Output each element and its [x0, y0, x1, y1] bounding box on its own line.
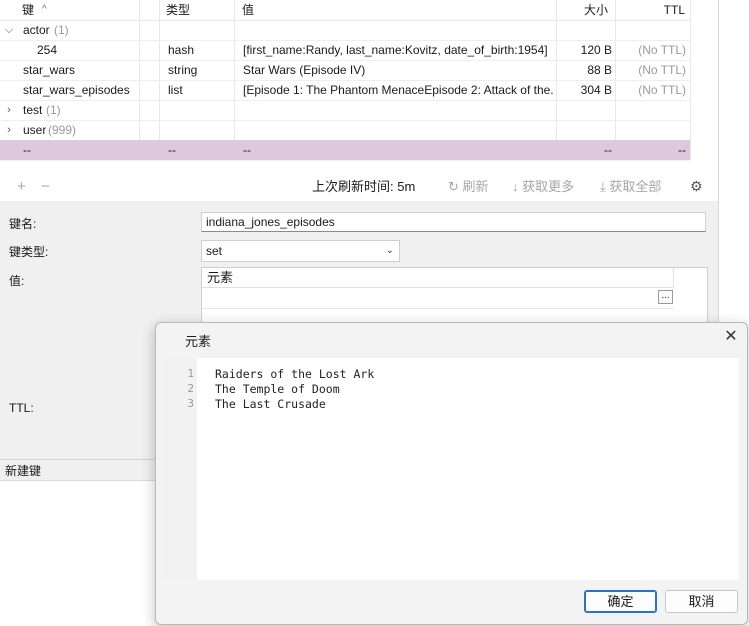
row-type: -- — [168, 143, 176, 157]
fetch-all-button[interactable]: ⤓ 获取全部 — [600, 172, 661, 201]
column-header-value[interactable]: 值 — [242, 0, 254, 20]
line-number: 3 — [187, 397, 194, 410]
refresh-button[interactable]: ↻ 刷新 — [448, 172, 489, 201]
row-ttl: (No TTL) — [638, 63, 686, 77]
row-size: 304 B — [580, 83, 612, 97]
key-type-label: 键类型: — [9, 245, 49, 259]
last-refresh-label: 上次刷新时间: 5m — [312, 179, 416, 194]
table-header: 键 ^ 类型 值 大小 TTL — [0, 0, 690, 21]
row-type: list — [168, 83, 183, 97]
column-header-key[interactable]: 键 — [22, 0, 34, 20]
value-column-header: 元素 — [202, 268, 674, 288]
table-row[interactable]: › user (999) — [0, 120, 690, 141]
line-number-gutter: 1 2 3 — [162, 358, 197, 580]
row-value: Star Wars (Episode IV) — [243, 63, 366, 77]
row-key: user — [23, 123, 47, 137]
elements-dialog: 元素 ✕ 1 2 3 Raiders of the Lost Ark The T… — [155, 322, 748, 625]
elements-editor[interactable]: 1 2 3 Raiders of the Lost Ark The Temple… — [162, 358, 739, 580]
add-key-button[interactable]: + — [17, 172, 26, 201]
ok-button[interactable]: 确定 — [584, 590, 657, 613]
key-type-value: set — [206, 244, 223, 258]
row-size: 120 B — [580, 43, 612, 57]
row-ttl: -- — [678, 143, 686, 157]
gear-icon[interactable]: ⚙ — [690, 172, 703, 201]
row-key: star_wars — [23, 63, 76, 77]
remove-key-button[interactable]: − — [41, 172, 50, 201]
row-key: star_wars_episodes — [23, 83, 130, 97]
arrow-down-icon: ↓ — [512, 179, 519, 194]
table-toolbar: + − 上次刷新时间: 5m ↻ 刷新 ↓ 获取更多 ⤓ 获取全部 ⚙ — [0, 172, 718, 201]
row-key: -- — [23, 143, 31, 157]
ttl-label: TTL: — [9, 401, 34, 415]
key-table: 键 ^ 类型 值 大小 TTL ⌵ actor (1) 254 hash [fi… — [0, 0, 718, 172]
row-key: test — [23, 103, 43, 117]
row-count: (1) — [46, 103, 61, 117]
chevron-down-icon[interactable]: ⌵ — [3, 20, 15, 40]
status-text: 新建键 — [5, 464, 42, 478]
value-label: 值: — [9, 274, 25, 288]
element-line[interactable]: The Last Crusade — [215, 397, 326, 411]
fetch-all-label: 获取全部 — [609, 179, 662, 194]
chevron-right-icon[interactable]: › — [3, 120, 15, 140]
table-row[interactable]: ⌵ actor (1) — [0, 20, 690, 41]
table-row[interactable]: star_wars_episodes list [Episode 1: The … — [0, 80, 690, 101]
row-count: (1) — [54, 23, 69, 37]
table-row[interactable]: › test (1) — [0, 100, 690, 121]
line-number: 2 — [187, 382, 194, 395]
row-ttl: (No TTL) — [638, 83, 686, 97]
row-value: [Episode 1: The Phantom MenaceEpisode 2:… — [243, 83, 553, 97]
table-row[interactable]: star_wars string Star Wars (Episode IV) … — [0, 60, 690, 81]
row-type: string — [168, 63, 198, 77]
edit-elements-button[interactable]: ... — [658, 290, 673, 304]
column-header-size[interactable]: 大小 — [560, 0, 608, 20]
row-value: -- — [243, 143, 251, 157]
chevron-down-icon: ⌄ — [385, 245, 394, 256]
table-row-selected[interactable]: -- -- -- -- -- — [0, 140, 690, 161]
close-icon[interactable]: ✕ — [721, 327, 741, 347]
table-row[interactable]: 254 hash [first_name:Randy, last_name:Ko… — [0, 40, 690, 61]
refresh-label: 刷新 — [462, 179, 489, 194]
row-value: [first_name:Randy, last_name:Kovitz, dat… — [243, 43, 548, 57]
chevron-right-icon[interactable]: › — [3, 100, 15, 120]
key-type-select[interactable]: set ⌄ — [201, 240, 400, 262]
value-row[interactable] — [202, 288, 674, 309]
line-number: 1 — [187, 367, 194, 380]
row-count: (999) — [48, 123, 77, 137]
sort-ascending-icon[interactable]: ^ — [42, 0, 47, 20]
dialog-title: 元素 — [185, 334, 212, 349]
fetch-more-label: 获取更多 — [522, 179, 575, 194]
row-key: actor — [23, 23, 50, 37]
row-size: 88 B — [587, 63, 612, 77]
column-divider — [690, 0, 691, 160]
element-line[interactable]: The Temple of Doom — [215, 382, 340, 396]
row-key: 254 — [37, 43, 58, 57]
key-name-label: 键名: — [9, 217, 37, 231]
download-icon: ⤓ — [600, 179, 606, 194]
cancel-button[interactable]: 取消 — [665, 590, 738, 613]
row-type: hash — [168, 43, 195, 57]
refresh-icon: ↻ — [448, 179, 459, 194]
row-size: -- — [604, 143, 612, 157]
column-header-type[interactable]: 类型 — [166, 0, 190, 20]
row-ttl: (No TTL) — [638, 43, 686, 57]
element-line[interactable]: Raiders of the Lost Ark — [215, 367, 374, 381]
key-name-input[interactable]: indiana_jones_episodes — [201, 212, 706, 232]
fetch-more-button[interactable]: ↓ 获取更多 — [512, 172, 574, 201]
column-header-ttl[interactable]: TTL — [620, 0, 685, 20]
